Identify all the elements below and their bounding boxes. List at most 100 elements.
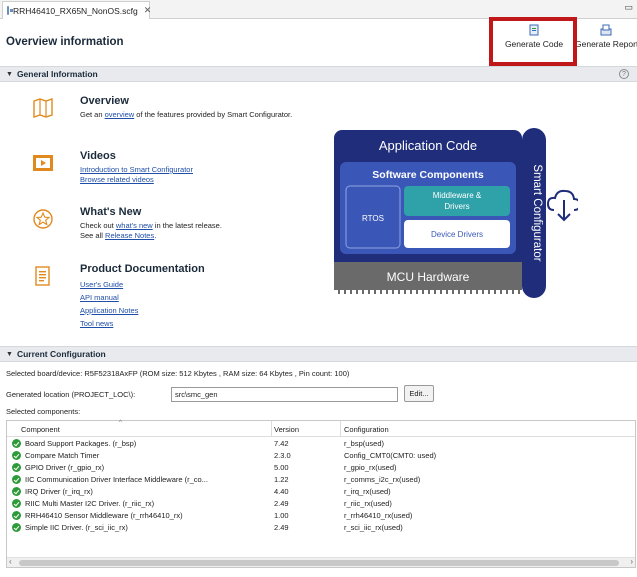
scrollbar-thumb[interactable] xyxy=(19,560,619,566)
table-row[interactable]: IRQ Driver (r_irq_rx) 4.40 r_irq_rx(used… xyxy=(7,486,635,498)
overview-heading: Overview xyxy=(80,95,129,107)
map-icon xyxy=(33,98,53,118)
status-ok-icon xyxy=(12,463,21,472)
status-ok-icon xyxy=(12,487,21,496)
column-component[interactable]: Component xyxy=(21,425,60,434)
generate-report-button[interactable]: Generate Report xyxy=(575,24,637,49)
document-icon xyxy=(35,266,50,286)
window-controls[interactable]: ▭ xyxy=(624,2,633,13)
table-row[interactable]: RRH46410 Sensor Middleware (r_rrh46410_r… xyxy=(7,510,635,522)
component-configuration: r_rrh46410_rx(used) xyxy=(344,511,413,520)
status-ok-icon xyxy=(12,499,21,508)
current-configuration-title: Current Configuration xyxy=(16,349,106,359)
sort-indicator-icon: ^ xyxy=(119,420,122,426)
component-name: GPIO Driver (r_gpio_rx) xyxy=(25,463,105,472)
highlight-box xyxy=(489,17,577,66)
component-name: Board Support Packages. (r_bsp) xyxy=(25,439,137,448)
table-row[interactable]: IIC Communication Driver Interface Middl… xyxy=(7,474,635,486)
help-icon[interactable]: ? xyxy=(619,69,629,79)
component-version: 2.49 xyxy=(274,523,289,532)
component-name: RRH46410 Sensor Middleware (r_rrh46410_r… xyxy=(25,511,183,520)
cloud-download-icon xyxy=(546,189,578,222)
overview-text: Get an overview of the features provided… xyxy=(80,110,293,119)
table-row[interactable]: GPIO Driver (r_gpio_rx) 5.00 r_gpio_rx(u… xyxy=(7,462,635,474)
application-notes-link[interactable]: Application Notes xyxy=(80,306,138,315)
collapse-icon: ▼ xyxy=(6,70,13,78)
product-documentation-heading: Product Documentation xyxy=(80,263,205,275)
browse-videos-link[interactable]: Browse related videos xyxy=(80,175,154,184)
page-title: Overview information xyxy=(6,36,124,48)
component-version: 2.49 xyxy=(274,499,289,508)
middleware-label-2: Drivers xyxy=(444,202,469,211)
location-label: Generated location (PROJECT_LOC\): xyxy=(6,390,136,399)
editor-tab[interactable]: RRH46410_RX65N_NonOS.scfg ✕ xyxy=(2,1,152,19)
component-configuration: r_sci_iic_rx(used) xyxy=(344,523,403,532)
scroll-right-icon[interactable]: › xyxy=(630,557,633,566)
software-components-label: Software Components xyxy=(372,169,484,181)
component-version: 1.00 xyxy=(274,511,289,520)
application-code-label: Application Code xyxy=(379,138,477,153)
component-version: 2.3.0 xyxy=(274,451,291,460)
component-name: IRQ Driver (r_irq_rx) xyxy=(25,487,93,496)
whats-new-link[interactable]: what's new xyxy=(116,221,153,230)
component-configuration: r_riic_rx(used) xyxy=(344,499,392,508)
status-ok-icon xyxy=(12,475,21,484)
component-version: 4.40 xyxy=(274,487,289,496)
table-row[interactable]: Board Support Packages. (r_bsp) 7.42 r_b… xyxy=(7,438,635,450)
status-ok-icon xyxy=(12,439,21,448)
general-information-header[interactable]: ▼ General Information ? xyxy=(0,66,637,82)
horizontal-scrollbar[interactable]: ‹ › xyxy=(7,557,635,567)
general-information-title: General Information xyxy=(16,69,98,79)
overview-link[interactable]: overview xyxy=(105,110,135,119)
status-ok-icon xyxy=(12,451,21,460)
scroll-left-icon[interactable]: ‹ xyxy=(9,557,12,566)
editor-tab-title: RRH46410_RX65N_NonOS.scfg xyxy=(13,5,138,16)
table-row[interactable]: RIIC Multi Master I2C Driver. (r_riic_rx… xyxy=(7,498,635,510)
generate-report-label: Generate Report xyxy=(575,39,637,49)
whats-new-heading: What's New xyxy=(80,206,142,218)
component-version: 1.22 xyxy=(274,475,289,484)
component-name: Compare Match Timer xyxy=(25,451,100,460)
component-version: 5.00 xyxy=(274,463,289,472)
chip-pins xyxy=(338,290,520,294)
component-configuration: r_comms_i2c_rx(used) xyxy=(344,475,421,484)
column-configuration[interactable]: Configuration xyxy=(344,425,389,434)
mcu-hardware-label: MCU Hardware xyxy=(387,270,470,284)
components-table: Component ^ Version Configuration Board … xyxy=(6,420,636,568)
table-header: Component ^ Version Configuration xyxy=(7,420,635,437)
current-configuration-header[interactable]: ▼ Current Configuration xyxy=(0,346,637,362)
generate-report-icon xyxy=(600,24,612,36)
location-input[interactable]: src\smc_gen xyxy=(171,387,398,402)
intro-video-link[interactable]: Introduction to Smart Configurator xyxy=(80,165,193,174)
component-name: RIIC Multi Master I2C Driver. (r_riic_rx… xyxy=(25,499,155,508)
table-row[interactable]: Simple IIC Driver. (r_sci_iic_rx) 2.49 r… xyxy=(7,522,635,534)
component-version: 7.42 xyxy=(274,439,289,448)
star-badge-icon xyxy=(33,209,53,229)
release-notes-link[interactable]: Release Notes xyxy=(105,231,154,240)
selected-components-label: Selected components: xyxy=(6,407,81,416)
videos-heading: Videos xyxy=(80,150,116,162)
device-info: Selected board/device: R5F52318AxFP (ROM… xyxy=(6,369,350,378)
component-name: Simple IIC Driver. (r_sci_iic_rx) xyxy=(25,523,128,532)
api-manual-link[interactable]: API manual xyxy=(80,293,119,302)
middleware-label-1: Middleware & xyxy=(433,191,482,200)
component-configuration: r_gpio_rx(used) xyxy=(344,463,397,472)
device-drivers-label: Device Drivers xyxy=(431,230,483,239)
tool-news-link[interactable]: Tool news xyxy=(80,319,113,328)
status-ok-icon xyxy=(12,511,21,520)
video-icon xyxy=(33,155,53,171)
component-configuration: r_irq_rx(used) xyxy=(344,487,391,496)
component-configuration: Config_CMT0(CMT0: used) xyxy=(344,451,437,460)
column-version[interactable]: Version xyxy=(274,425,299,434)
rtos-label: RTOS xyxy=(362,214,384,223)
users-guide-link[interactable]: User's Guide xyxy=(80,280,123,289)
edit-location-button[interactable]: Edit... xyxy=(404,385,434,402)
smart-configurator-label: Smart Configurator xyxy=(531,164,543,261)
status-ok-icon xyxy=(12,523,21,532)
file-icon xyxy=(7,6,13,15)
close-tab-icon[interactable]: ✕ xyxy=(144,5,152,16)
architecture-diagram: Application Code Software Components RTO… xyxy=(334,128,578,298)
table-row[interactable]: Compare Match Timer 2.3.0 Config_CMT0(CM… xyxy=(7,450,635,462)
component-configuration: r_bsp(used) xyxy=(344,439,385,448)
collapse-icon: ▼ xyxy=(6,350,13,358)
